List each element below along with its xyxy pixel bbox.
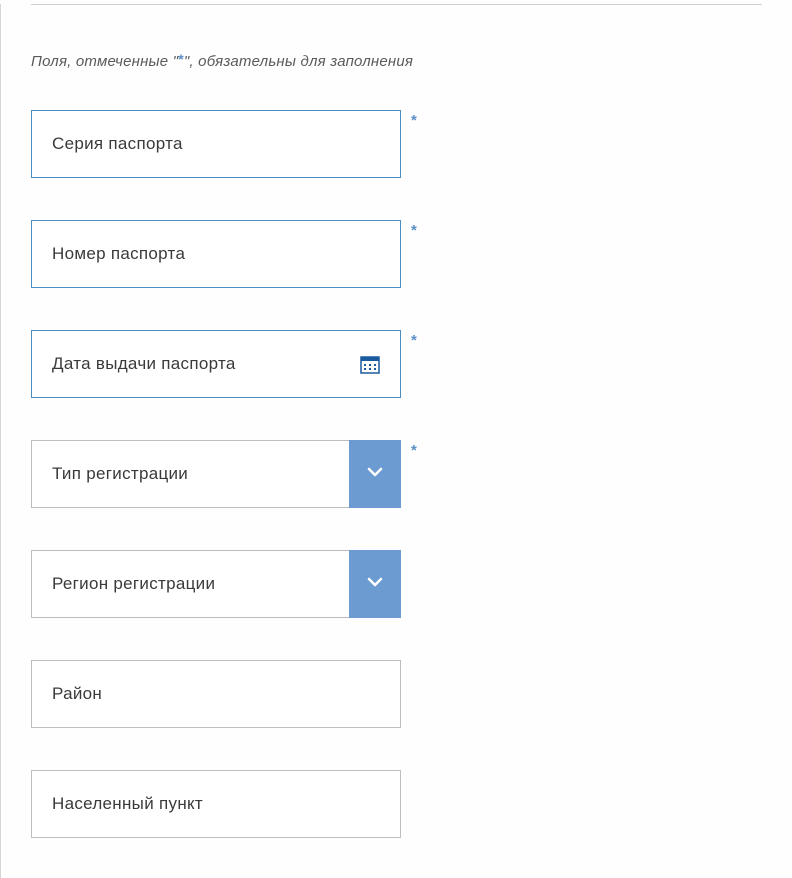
passport-number-label: Номер паспорта xyxy=(32,244,185,264)
passport-issue-date-input[interactable]: Дата выдачи паспорта xyxy=(31,330,401,398)
registration-type-select[interactable]: Тип регистрации xyxy=(31,440,401,508)
passport-series-label: Серия паспорта xyxy=(32,134,183,154)
registration-type-label: Тип регистрации xyxy=(32,464,188,484)
locality-input[interactable]: Населенный пункт xyxy=(31,770,401,838)
required-asterisk: * xyxy=(411,112,417,129)
district-label: Район xyxy=(32,684,102,704)
registration-region-label: Регион регистрации xyxy=(32,574,215,594)
passport-number-input[interactable]: Номер паспорта xyxy=(31,220,401,288)
passport-number-group: Номер паспорта * xyxy=(31,220,762,288)
note-suffix: ", обязательны для заполнения xyxy=(184,53,413,70)
passport-issue-date-group: Дата выдачи паспорта * xyxy=(31,330,762,398)
district-input[interactable]: Район xyxy=(31,660,401,728)
required-asterisk: * xyxy=(411,222,417,239)
registration-region-group: Регион регистрации xyxy=(31,550,762,618)
passport-series-input[interactable]: Серия паспорта xyxy=(31,110,401,178)
locality-label: Населенный пункт xyxy=(32,794,203,814)
calendar-icon[interactable] xyxy=(360,354,380,374)
registration-region-dropdown-button[interactable] xyxy=(349,550,401,618)
note-asterisk: * xyxy=(178,51,184,67)
passport-issue-date-label: Дата выдачи паспорта xyxy=(32,354,236,374)
registration-type-group: Тип регистрации * xyxy=(31,440,762,508)
note-prefix: Поля, отмеченные " xyxy=(31,53,178,70)
chevron-down-icon xyxy=(366,573,384,596)
required-asterisk: * xyxy=(411,442,417,459)
district-group: Район xyxy=(31,660,762,728)
chevron-down-icon xyxy=(366,463,384,486)
registration-region-label-area: Регион регистрации xyxy=(31,550,349,618)
passport-series-group: Серия паспорта * xyxy=(31,110,762,178)
locality-group: Населенный пункт xyxy=(31,770,762,838)
registration-type-label-area: Тип регистрации xyxy=(31,440,349,508)
registration-region-select[interactable]: Регион регистрации xyxy=(31,550,401,618)
registration-type-dropdown-button[interactable] xyxy=(349,440,401,508)
section-divider xyxy=(31,4,762,5)
required-fields-note: Поля, отмеченные "*", обязательны для за… xyxy=(31,53,762,70)
required-asterisk: * xyxy=(411,332,417,349)
